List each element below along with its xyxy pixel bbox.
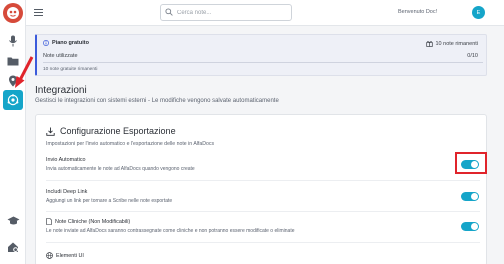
export-config-title-label: Configurazione Esportazione — [60, 126, 176, 136]
usage-progress-bar — [43, 62, 483, 63]
logo-icon — [7, 7, 19, 19]
setting-description: Aggiungi un link per tornare a Scribe ne… — [46, 198, 173, 204]
export-config-subtitle: Impostazioni per l'invio automatico e l'… — [46, 141, 215, 147]
setting-auto-send: Invio Automatico Invia automaticamente l… — [46, 157, 480, 172]
setting-label: Note Cliniche (Non Modificabili) — [55, 218, 131, 225]
app-root: Benvenuto Doc! E Piano gratuito 10 note … — [0, 0, 504, 264]
setting-label-wrap: Note Cliniche (Non Modificabili) — [46, 218, 480, 225]
export-config-card: Configurazione Esportazione Impostazioni… — [35, 114, 487, 264]
plan-remaining-label: 10 note rimanenti — [435, 40, 479, 47]
notes-used-label: Note utilizzate — [43, 53, 78, 59]
search-box — [160, 4, 292, 21]
divider — [46, 242, 480, 243]
graduation-cap-icon[interactable] — [5, 213, 21, 229]
setting-description: Invia automaticamente le note ad AlfaDoc… — [46, 166, 195, 172]
avatar[interactable]: E — [472, 6, 485, 19]
deep-link-toggle[interactable] — [461, 192, 479, 201]
search-icon — [165, 8, 173, 16]
free-notes-remaining: 10 note gratuite rimanenti — [43, 67, 98, 72]
menu-icon[interactable] — [34, 8, 43, 17]
page-title: Integrazioni — [35, 85, 87, 96]
search-input[interactable] — [177, 7, 287, 18]
setting-label: Invio Automatico — [46, 157, 86, 163]
divider — [46, 211, 480, 212]
export-config-title: Configurazione Esportazione — [46, 126, 176, 136]
red-arrow-annotation — [15, 56, 34, 88]
house-settings-icon[interactable] — [5, 239, 21, 255]
highlight-annotation — [455, 152, 487, 174]
sidebar-item-integrations[interactable] — [3, 90, 23, 110]
microphone-icon[interactable] — [5, 33, 21, 49]
globe-icon — [46, 252, 53, 259]
plan-card: Piano gratuito 10 note rimanenti Note ut… — [35, 34, 487, 76]
page-subtitle: Gestisci le integrazioni con sistemi est… — [35, 98, 279, 104]
setting-clinical-notes: Note Cliniche (Non Modificabili) Le note… — [46, 218, 480, 234]
app-logo[interactable] — [3, 3, 23, 23]
top-bar: Benvenuto Doc! E — [26, 0, 504, 26]
download-icon — [46, 127, 55, 136]
setting-label-wrap: Elementi UI — [46, 252, 480, 259]
setting-label: Includi Deep Link — [46, 189, 88, 195]
plan-title-label: Piano gratuito — [52, 40, 89, 46]
setting-deep-link: Includi Deep Link Aggiungi un link per t… — [46, 189, 480, 204]
gift-icon — [425, 41, 433, 47]
plan-title: Piano gratuito — [43, 40, 89, 46]
setting-label: Elementi UI — [56, 252, 84, 259]
document-icon — [46, 218, 52, 225]
notes-used-count: 0/10 — [467, 53, 478, 59]
welcome-text: Benvenuto Doc! — [398, 9, 438, 15]
integrations-icon — [7, 94, 19, 106]
sidebar — [0, 0, 26, 264]
clinical-notes-toggle[interactable] — [461, 222, 479, 231]
divider — [46, 180, 480, 181]
plan-remaining: 10 note rimanenti — [425, 40, 479, 47]
info-icon — [43, 40, 49, 46]
setting-ui-elements: Elementi UI — [46, 252, 480, 259]
setting-description: Le note inviate ad AlfaDocs saranno cont… — [46, 228, 295, 234]
